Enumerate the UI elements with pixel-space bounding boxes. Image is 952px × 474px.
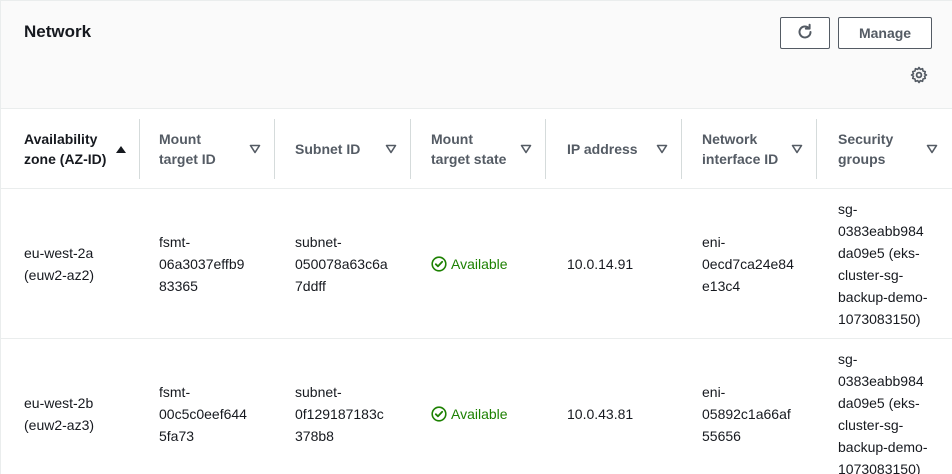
column-header-security-groups[interactable]: Security groups bbox=[838, 109, 948, 188]
column-header-mount-target-state[interactable]: Mount target state bbox=[431, 109, 541, 188]
cell-security-groups: sg- 0383eabb984 da09e5 (eks- cluster-sg-… bbox=[838, 189, 928, 339]
cell-subnet-id: subnet- 0f129187183c 378b8 bbox=[295, 339, 384, 474]
status-text: Available bbox=[451, 406, 508, 422]
column-header-label: Mount target ID bbox=[159, 130, 216, 167]
column-divider[interactable] bbox=[816, 119, 817, 179]
status-indicator: Available bbox=[431, 253, 508, 275]
cell-mount-target-state: Available bbox=[431, 189, 508, 339]
cell-text: e13c4 bbox=[702, 278, 741, 294]
cell-mount-target-id: fsmt- 06a3037effb9 83365 bbox=[159, 189, 244, 339]
column-divider[interactable] bbox=[139, 119, 140, 179]
check-circle-icon bbox=[431, 406, 447, 422]
cell-mount-target-state: Available bbox=[431, 339, 508, 474]
cell-network-interface-id: eni- 0ecd7ca24e84 e13c4 bbox=[702, 189, 794, 339]
cell-text: 378b8 bbox=[295, 428, 334, 444]
cell-text: sg- bbox=[838, 351, 858, 367]
caret-down-icon bbox=[519, 142, 533, 156]
table-header: Availability zone (AZ-ID) Mount target I… bbox=[1, 109, 952, 189]
column-header-label: IP address bbox=[567, 140, 638, 157]
cell-ip-address: 10.0.43.81 bbox=[567, 339, 633, 474]
cell-text: cluster-sg- bbox=[838, 267, 904, 283]
cell-text: 55656 bbox=[702, 428, 741, 444]
cell-text: eni- bbox=[702, 234, 726, 250]
cell-text: 10.0.43.81 bbox=[567, 406, 634, 422]
cell-text: fsmt- bbox=[159, 384, 191, 400]
status-text: Available bbox=[451, 256, 508, 272]
column-header-network-interface-id[interactable]: Network interface ID bbox=[702, 109, 812, 188]
cell-availability-zone: eu-west-2b (euw2-az3) bbox=[24, 339, 94, 474]
cell-text: 05892c1a66af bbox=[702, 406, 791, 422]
cell-text: backup-demo- bbox=[838, 439, 928, 455]
column-header-availability-zone[interactable]: Availability zone (AZ-ID) bbox=[24, 109, 134, 188]
cell-text: 06a3037effb9 bbox=[159, 256, 245, 272]
cell-text: 7ddff bbox=[295, 278, 326, 294]
gear-icon bbox=[910, 66, 928, 89]
cell-text: 1073083150) bbox=[838, 461, 921, 474]
refresh-button[interactable] bbox=[780, 17, 830, 49]
cell-text: 050078a63c6a bbox=[295, 256, 388, 272]
check-circle-icon bbox=[431, 256, 447, 272]
cell-text: 00c5c0eef644 bbox=[159, 406, 247, 422]
cell-text: 0ecd7ca24e84 bbox=[702, 256, 794, 272]
caret-down-icon bbox=[384, 142, 398, 156]
status-indicator: Available bbox=[431, 403, 508, 425]
cell-text: 1073083150) bbox=[838, 311, 921, 327]
caret-down-icon bbox=[655, 142, 669, 156]
cell-ip-address: 10.0.14.91 bbox=[567, 189, 633, 339]
cell-subnet-id: subnet- 050078a63c6a 7ddff bbox=[295, 189, 388, 339]
cell-text: cluster-sg- bbox=[838, 417, 904, 433]
cell-text: da09e5 (eks- bbox=[838, 395, 920, 411]
column-header-label: Security groups bbox=[838, 130, 894, 167]
cell-security-groups: sg- 0383eabb984 da09e5 (eks- cluster-sg-… bbox=[838, 339, 928, 474]
column-header-label: Subnet ID bbox=[295, 140, 361, 157]
column-header-subnet-id[interactable]: Subnet ID bbox=[295, 109, 405, 188]
cell-text: backup-demo- bbox=[838, 289, 928, 305]
cell-text: fsmt- bbox=[159, 234, 191, 250]
column-header-label: Availability zone (AZ-ID) bbox=[24, 130, 107, 167]
refresh-icon bbox=[796, 23, 814, 44]
table-settings-button[interactable] bbox=[909, 66, 929, 89]
caret-up-icon bbox=[114, 142, 128, 156]
cell-text: 0f129187183c bbox=[295, 406, 384, 422]
cell-availability-zone: eu-west-2a (euw2-az2) bbox=[24, 189, 94, 339]
column-header-mount-target-id[interactable]: Mount target ID bbox=[159, 109, 269, 188]
cell-text: 0383eabb984 bbox=[838, 373, 924, 389]
cell-text: 10.0.14.91 bbox=[567, 256, 634, 272]
cell-text: sg- bbox=[838, 201, 858, 217]
column-header-label: Mount target state bbox=[431, 130, 507, 167]
cell-text: da09e5 (eks- bbox=[838, 245, 920, 261]
table-row: eu-west-2b (euw2-az3) fsmt- 00c5c0eef644… bbox=[1, 339, 952, 474]
column-divider[interactable] bbox=[545, 119, 546, 179]
panel-title: Network bbox=[24, 22, 92, 41]
network-panel: Network Manage Availability zone (AZ-ID) bbox=[0, 0, 952, 474]
cell-mount-target-id: fsmt- 00c5c0eef644 5fa73 bbox=[159, 339, 247, 474]
table-row: eu-west-2a (euw2-az2) fsmt- 06a3037effb9… bbox=[1, 189, 952, 339]
column-divider[interactable] bbox=[274, 119, 275, 179]
caret-down-icon bbox=[248, 142, 262, 156]
cell-text: subnet- bbox=[295, 384, 342, 400]
manage-button[interactable]: Manage bbox=[838, 17, 932, 49]
cell-text: (euw2-az3) bbox=[24, 417, 95, 433]
cell-text: eu-west-2a bbox=[24, 245, 94, 261]
caret-down-icon bbox=[925, 142, 939, 156]
column-header-label: Network interface ID bbox=[702, 130, 779, 167]
column-header-ip-address[interactable]: IP address bbox=[567, 109, 677, 188]
cell-text: 0383eabb984 bbox=[838, 223, 924, 239]
cell-text: subnet- bbox=[295, 234, 342, 250]
caret-down-icon bbox=[790, 142, 804, 156]
cell-text: 83365 bbox=[159, 278, 198, 294]
cell-text: (euw2-az2) bbox=[24, 267, 95, 283]
cell-network-interface-id: eni- 05892c1a66af 55656 bbox=[702, 339, 791, 474]
column-divider[interactable] bbox=[681, 119, 682, 179]
panel-header: Network Manage bbox=[1, 1, 952, 109]
cell-text: 5fa73 bbox=[159, 428, 195, 444]
cell-text: eni- bbox=[702, 384, 726, 400]
column-divider[interactable] bbox=[410, 119, 411, 179]
cell-text: eu-west-2b bbox=[24, 395, 94, 411]
